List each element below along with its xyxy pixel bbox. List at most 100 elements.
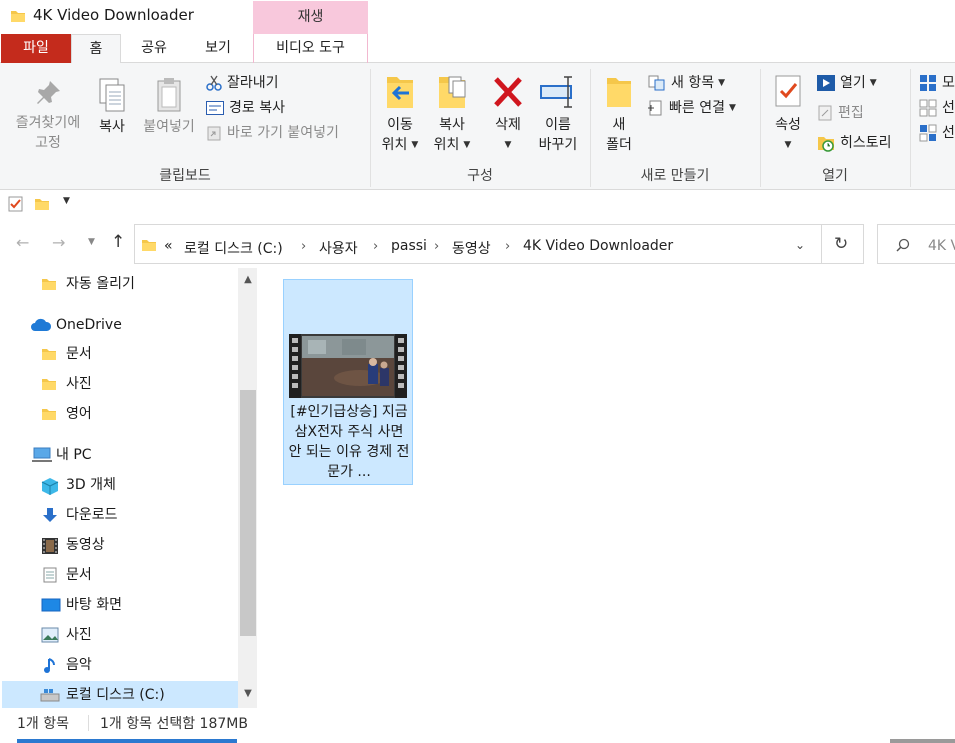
paste-label: 붙여넣기	[143, 119, 195, 135]
tab-view[interactable]: 보기	[188, 34, 248, 63]
nav-item-auto-upload[interactable]: 자동 올리기	[0, 271, 236, 297]
copy-to-button[interactable]: 복사 위치 ▼	[428, 73, 476, 155]
pin-quick-access-button[interactable]: 즐겨찾기에 고정	[8, 77, 88, 153]
open-button[interactable]: 열기 ▼	[817, 73, 877, 93]
properties-checkmark-icon[interactable]	[8, 196, 24, 212]
refresh-button[interactable]: ↻	[822, 224, 864, 264]
breadcrumb-item[interactable]: passi	[391, 238, 427, 254]
recent-locations-chevron-icon[interactable]: ▼	[88, 237, 95, 247]
properties-button[interactable]: 속성 ▼	[768, 73, 808, 155]
paste-shortcut-button[interactable]: 바로 가기 붙여넣기	[206, 123, 339, 143]
nav-item-onedrive-pictures[interactable]: 사진	[0, 371, 236, 397]
move-label-2: 위치	[381, 137, 408, 153]
delete-button[interactable]: 삭제 ▼	[486, 73, 530, 155]
nav-item-local-disk-c[interactable]: 로컬 디스크 (C:)	[0, 682, 236, 708]
breadcrumb-chevron-icon[interactable]: ›	[301, 239, 306, 254]
scroll-down-arrow-icon[interactable]: ▼	[240, 688, 256, 702]
nav-item-label: 음악	[66, 657, 92, 673]
group-label-organize: 구성	[467, 168, 493, 184]
copy-button[interactable]: 복사	[92, 77, 132, 137]
breadcrumb-chevron-icon[interactable]: ›	[373, 239, 378, 254]
back-arrow-icon[interactable]: ←	[16, 233, 29, 252]
scroll-up-arrow-icon[interactable]: ▲	[240, 274, 256, 288]
new-folder-icon[interactable]	[34, 196, 50, 212]
taskbar-strip	[17, 739, 237, 743]
select-none-label: 선	[942, 100, 955, 116]
nav-item-music[interactable]: 음악	[0, 652, 236, 678]
nav-item-english[interactable]: 영어	[0, 401, 236, 427]
nav-item-desktop[interactable]: 바탕 화면	[0, 592, 236, 618]
search-box[interactable]: 4K V	[877, 224, 955, 264]
nav-item-downloads[interactable]: 다운로드	[0, 502, 236, 528]
nav-item-videos[interactable]: 동영상	[0, 532, 236, 558]
download-icon	[43, 508, 57, 522]
item-count: 1개 항목	[17, 716, 69, 732]
tab-video-tools[interactable]: 비디오 도구	[253, 34, 368, 63]
cut-button[interactable]: 잘라내기	[206, 73, 279, 93]
breadcrumb-item[interactable]: 로컬 디스크 (C:)	[184, 238, 283, 258]
move-to-button[interactable]: 이동 위치 ▼	[376, 73, 424, 155]
nav-item-label: 문서	[66, 567, 92, 583]
new-folder-label-1: 새	[612, 117, 626, 133]
edit-button[interactable]: 편집	[817, 103, 864, 123]
open-label: 열기	[840, 75, 866, 91]
folder-icon	[42, 409, 56, 420]
film-strip-icon	[395, 334, 407, 398]
address-bar[interactable]: « 로컬 디스크 (C:) › 사용자 › passi › 동영상 › 4K V…	[134, 224, 822, 264]
breadcrumb-item[interactable]: 4K Video Downloader	[523, 238, 673, 254]
invert-selection-button[interactable]: 선	[919, 123, 955, 143]
context-group-label: 재생	[297, 9, 324, 25]
nav-item-documents[interactable]: 문서	[0, 562, 236, 588]
nav-item-this-pc[interactable]: 내 PC	[0, 442, 236, 468]
search-placeholder: 4K V	[928, 238, 955, 254]
customize-toolbar-dropdown-icon[interactable]: ▼	[63, 196, 70, 206]
caret-down-icon: ▼	[718, 78, 726, 88]
easy-access-button[interactable]: 빠른 연결 ▼	[648, 98, 736, 118]
properties-label: 속성	[775, 117, 801, 133]
history-button[interactable]: 히스토리	[817, 133, 892, 153]
new-folder-button[interactable]: 새 폴더	[598, 73, 640, 155]
breadcrumb-overflow[interactable]: «	[164, 238, 173, 254]
breadcrumb-item[interactable]: 사용자	[319, 238, 358, 258]
video-thumbnail	[289, 334, 407, 398]
forward-arrow-icon[interactable]: →	[52, 233, 65, 252]
invert-selection-label: 선	[942, 125, 955, 141]
pin-label-1: 즐겨찾기에	[15, 115, 81, 131]
document-icon	[43, 567, 57, 583]
invert-selection-icon	[919, 124, 937, 142]
nav-scrollbar-thumb[interactable]	[240, 390, 256, 636]
breadcrumb-item[interactable]: 동영상	[452, 238, 491, 258]
music-icon	[44, 658, 55, 673]
group-label-new: 새로 만들기	[640, 168, 710, 184]
up-arrow-icon[interactable]: ↑	[111, 232, 125, 252]
select-all-label: 모	[942, 75, 955, 91]
new-item-button[interactable]: 새 항목 ▼	[648, 73, 725, 93]
selection-info: 1개 항목 선택함 187MB	[100, 716, 248, 732]
select-all-button[interactable]: 모	[919, 73, 955, 93]
easy-access-label: 빠른 연결	[669, 100, 725, 116]
select-none-icon	[919, 99, 937, 117]
tab-share[interactable]: 공유	[126, 34, 182, 63]
address-history-chevron-icon[interactable]: ⌄	[795, 238, 805, 252]
paste-button[interactable]: 붙여넣기	[138, 77, 200, 137]
copy-path-button[interactable]: 경로 복사	[206, 98, 285, 118]
tab-home[interactable]: 홈	[71, 34, 121, 64]
delete-label: 삭제	[495, 117, 521, 133]
tab-file[interactable]: 파일	[1, 34, 71, 63]
nav-item-onedrive[interactable]: OneDrive	[0, 312, 236, 338]
nav-item-3d-objects[interactable]: 3D 개체	[0, 472, 236, 498]
breadcrumb-chevron-icon[interactable]: ›	[434, 239, 439, 254]
select-none-button[interactable]: 선	[919, 98, 955, 118]
nav-item-pictures[interactable]: 사진	[0, 622, 236, 648]
copy-path-label: 경로 복사	[229, 100, 285, 116]
context-tab-group: 재생	[253, 1, 368, 34]
rename-button[interactable]: 이름 바꾸기	[534, 73, 582, 155]
breadcrumb-chevron-icon[interactable]: ›	[505, 239, 510, 254]
edit-icon	[818, 105, 832, 121]
nav-item-onedrive-documents[interactable]: 문서	[0, 341, 236, 367]
nav-item-label: 바탕 화면	[66, 597, 122, 613]
file-item[interactable]: [#인기급상승] 지금 삼X전자 주식 사면 안 되는 이유 경제 전문가 ..…	[283, 279, 413, 485]
caret-down-icon: ▼	[728, 103, 736, 113]
desktop-icon	[41, 598, 61, 612]
nav-item-label: 다운로드	[66, 507, 118, 523]
